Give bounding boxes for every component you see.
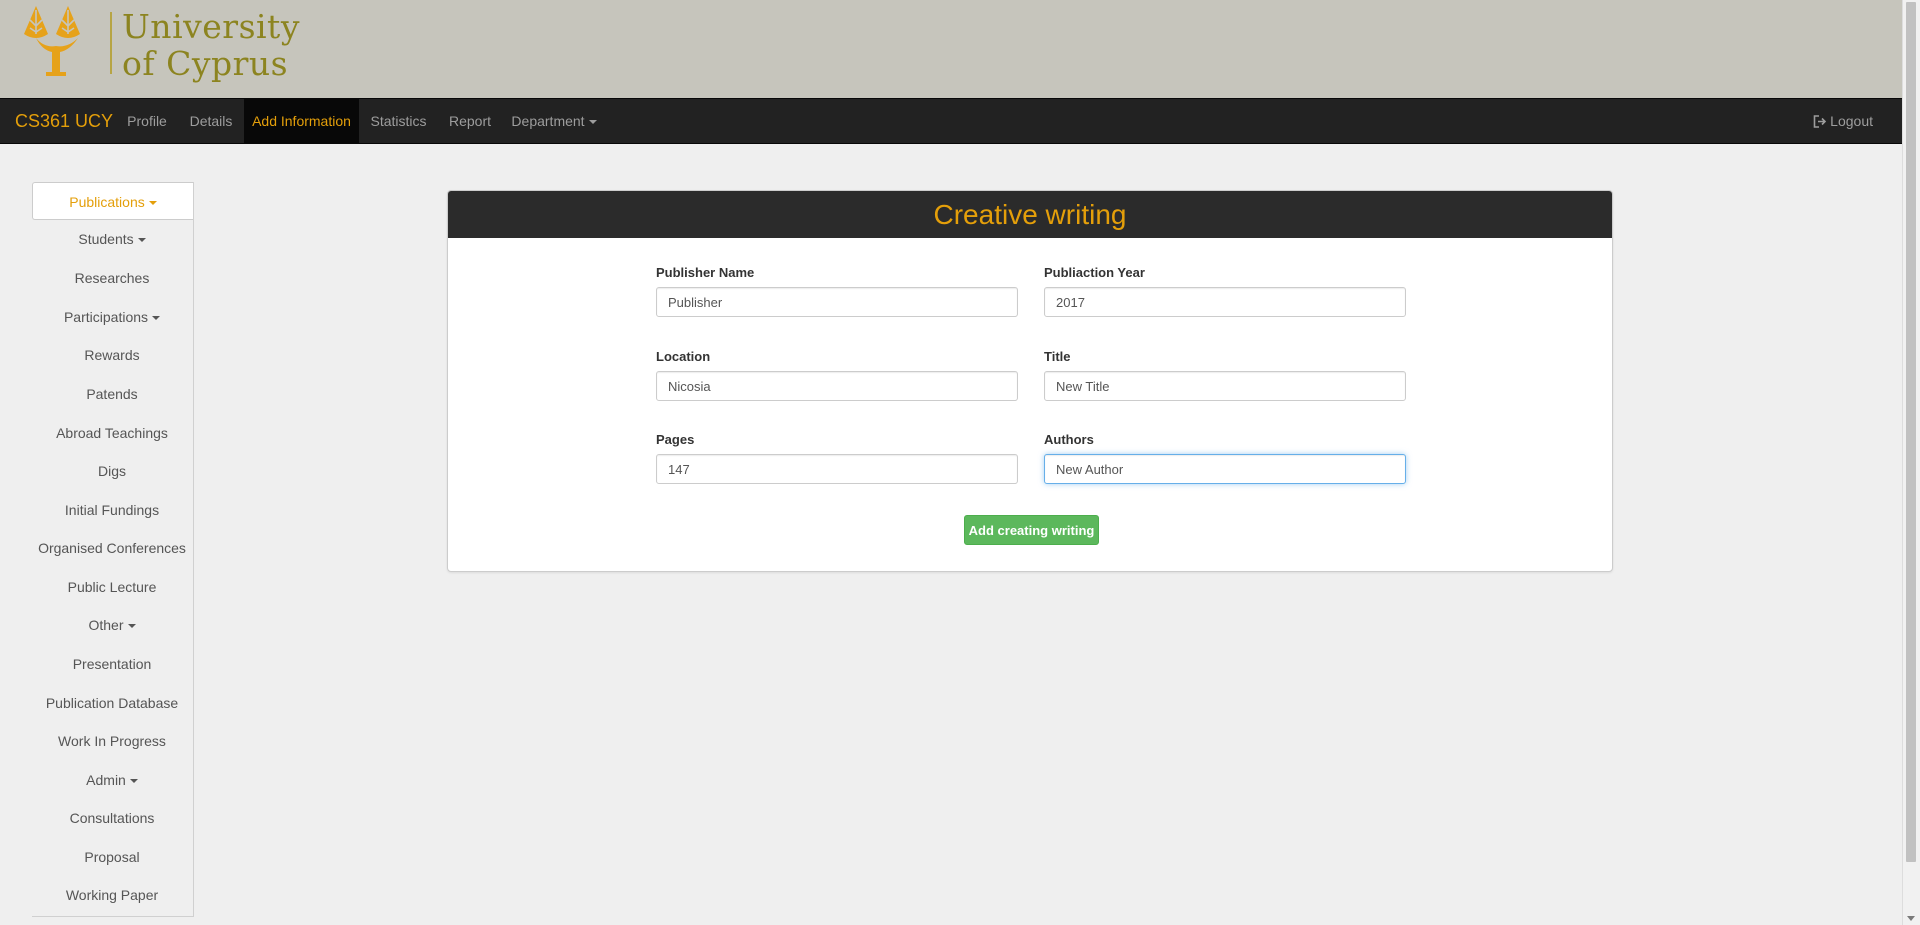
top-navbar: CS361 UCY Profile Details Add Informatio… xyxy=(0,98,1902,144)
title-input[interactable] xyxy=(1044,371,1406,401)
sidebar-item-label: Presentation xyxy=(72,656,152,672)
sidebar-item-label: Researches xyxy=(74,270,150,286)
nav-statistics[interactable]: Statistics xyxy=(359,99,438,143)
sign-out-icon xyxy=(1813,115,1827,128)
nav-profile-label: Profile xyxy=(127,113,167,129)
authors-input[interactable] xyxy=(1044,454,1406,484)
sidebar-item-label: Admin xyxy=(86,772,126,788)
sidebar-item-abroad-teachings[interactable]: Abroad Teachings xyxy=(32,414,192,452)
scroll-down-arrow-icon[interactable] xyxy=(1907,916,1915,921)
sidebar-item-label: Rewards xyxy=(84,347,140,363)
nav-details[interactable]: Details xyxy=(178,99,244,143)
sidebar-item-label: Initial Fundings xyxy=(64,502,160,518)
nav-profile[interactable]: Profile xyxy=(116,99,178,143)
sidebar-item-publication-database[interactable]: Publication Database xyxy=(32,684,192,722)
sidebar-item-label: Students xyxy=(78,231,134,247)
sidebar-item-participations[interactable]: Participations xyxy=(32,298,192,336)
logout-link[interactable]: Logout xyxy=(1813,99,1873,143)
nav-department-dropdown[interactable]: Department xyxy=(502,99,606,143)
publisher-name-label: Publisher Name xyxy=(656,265,755,280)
pages-label: Pages xyxy=(656,432,695,447)
sidebar-item-consultations[interactable]: Consultations xyxy=(32,799,192,837)
caret-down-icon xyxy=(137,238,146,243)
sidebar-item-label: Digs xyxy=(97,463,126,479)
panel-title: Creative writing xyxy=(448,191,1612,238)
sidebar-item-label: Patends xyxy=(86,386,138,402)
sidebar-item-rewards[interactable]: Rewards xyxy=(32,336,192,374)
sidebar-item-label: Publication Database xyxy=(45,695,179,711)
sidebar-item-label: Working Paper xyxy=(65,887,159,903)
caret-down-icon xyxy=(152,316,161,321)
caret-down-icon xyxy=(148,201,157,206)
sidebar-item-patends[interactable]: Patends xyxy=(32,375,192,413)
sidebar-item-admin[interactable]: Admin xyxy=(32,761,192,799)
publication-year-label: Publiaction Year xyxy=(1044,265,1145,280)
nav-department-label: Department xyxy=(511,113,585,129)
sidebar-item-label: Proposal xyxy=(84,849,140,865)
authors-label: Authors xyxy=(1044,432,1094,447)
tree-icon xyxy=(24,6,80,76)
sidebar-item-researches[interactable]: Researches xyxy=(32,259,192,297)
sidebar-item-initial-fundings[interactable]: Initial Fundings xyxy=(32,491,192,529)
navbar-brand[interactable]: CS361 UCY xyxy=(15,99,113,143)
nav-add-information[interactable]: Add Information xyxy=(244,99,359,143)
site-banner: University of Cyprus xyxy=(0,0,1902,98)
sidebar-item-work-in-progress[interactable]: Work In Progress xyxy=(32,722,192,760)
publisher-name-input[interactable] xyxy=(656,287,1018,317)
sidebar-menu: Publications Students Researches Partici… xyxy=(32,182,194,917)
publication-year-input[interactable] xyxy=(1044,287,1406,317)
logout-label: Logout xyxy=(1830,113,1873,129)
sidebar-item-label: Public Lecture xyxy=(67,579,157,595)
sidebar-item-digs[interactable]: Digs xyxy=(32,452,192,490)
caret-down-icon xyxy=(588,120,597,125)
logo-divider xyxy=(110,12,112,74)
location-label: Location xyxy=(656,349,711,364)
pages-input[interactable] xyxy=(656,454,1018,484)
sidebar-item-other[interactable]: Other xyxy=(32,606,192,644)
sidebar-item-public-lecture[interactable]: Public Lecture xyxy=(32,568,192,606)
logo-line-1: University xyxy=(122,7,300,46)
sidebar-item-label: Work In Progress xyxy=(58,733,166,749)
sidebar-item-organised-conferences[interactable]: Organised Conferences xyxy=(32,529,192,567)
nav-report[interactable]: Report xyxy=(438,99,502,143)
logo-line-2: of Cyprus xyxy=(122,44,289,83)
sidebar-item-label: Organised Conferences xyxy=(38,540,186,556)
sidebar-item-working-paper[interactable]: Working Paper xyxy=(32,876,192,914)
sidebar-item-label: Abroad Teachings xyxy=(56,425,168,441)
sidebar-item-label: Publications xyxy=(69,194,145,210)
add-creative-writing-button[interactable]: Add creating writing xyxy=(964,515,1099,545)
sidebar-item-proposal[interactable]: Proposal xyxy=(32,838,192,876)
caret-down-icon xyxy=(129,779,138,784)
sidebar-item-label: Participations xyxy=(63,309,149,325)
title-label: Title xyxy=(1044,349,1071,364)
sidebar-item-publications[interactable]: Publications xyxy=(32,182,193,220)
sidebar-item-presentation[interactable]: Presentation xyxy=(32,645,192,683)
sidebar-item-label: Other xyxy=(88,617,124,633)
page-scrollbar[interactable] xyxy=(1902,0,1920,925)
creative-writing-panel: Creative writing Publisher Name Publiact… xyxy=(447,190,1613,572)
nav-statistics-label: Statistics xyxy=(370,113,427,129)
sidebar-item-students[interactable]: Students xyxy=(32,220,192,258)
caret-down-icon xyxy=(127,624,136,629)
sidebar-item-label: Consultations xyxy=(69,810,155,826)
location-input[interactable] xyxy=(656,371,1018,401)
scrollbar-thumb[interactable] xyxy=(1906,2,1916,862)
nav-report-label: Report xyxy=(448,113,492,129)
nav-details-label: Details xyxy=(189,113,233,129)
university-logo-text: University of Cyprus xyxy=(122,8,300,82)
nav-add-information-label: Add Information xyxy=(252,113,351,129)
